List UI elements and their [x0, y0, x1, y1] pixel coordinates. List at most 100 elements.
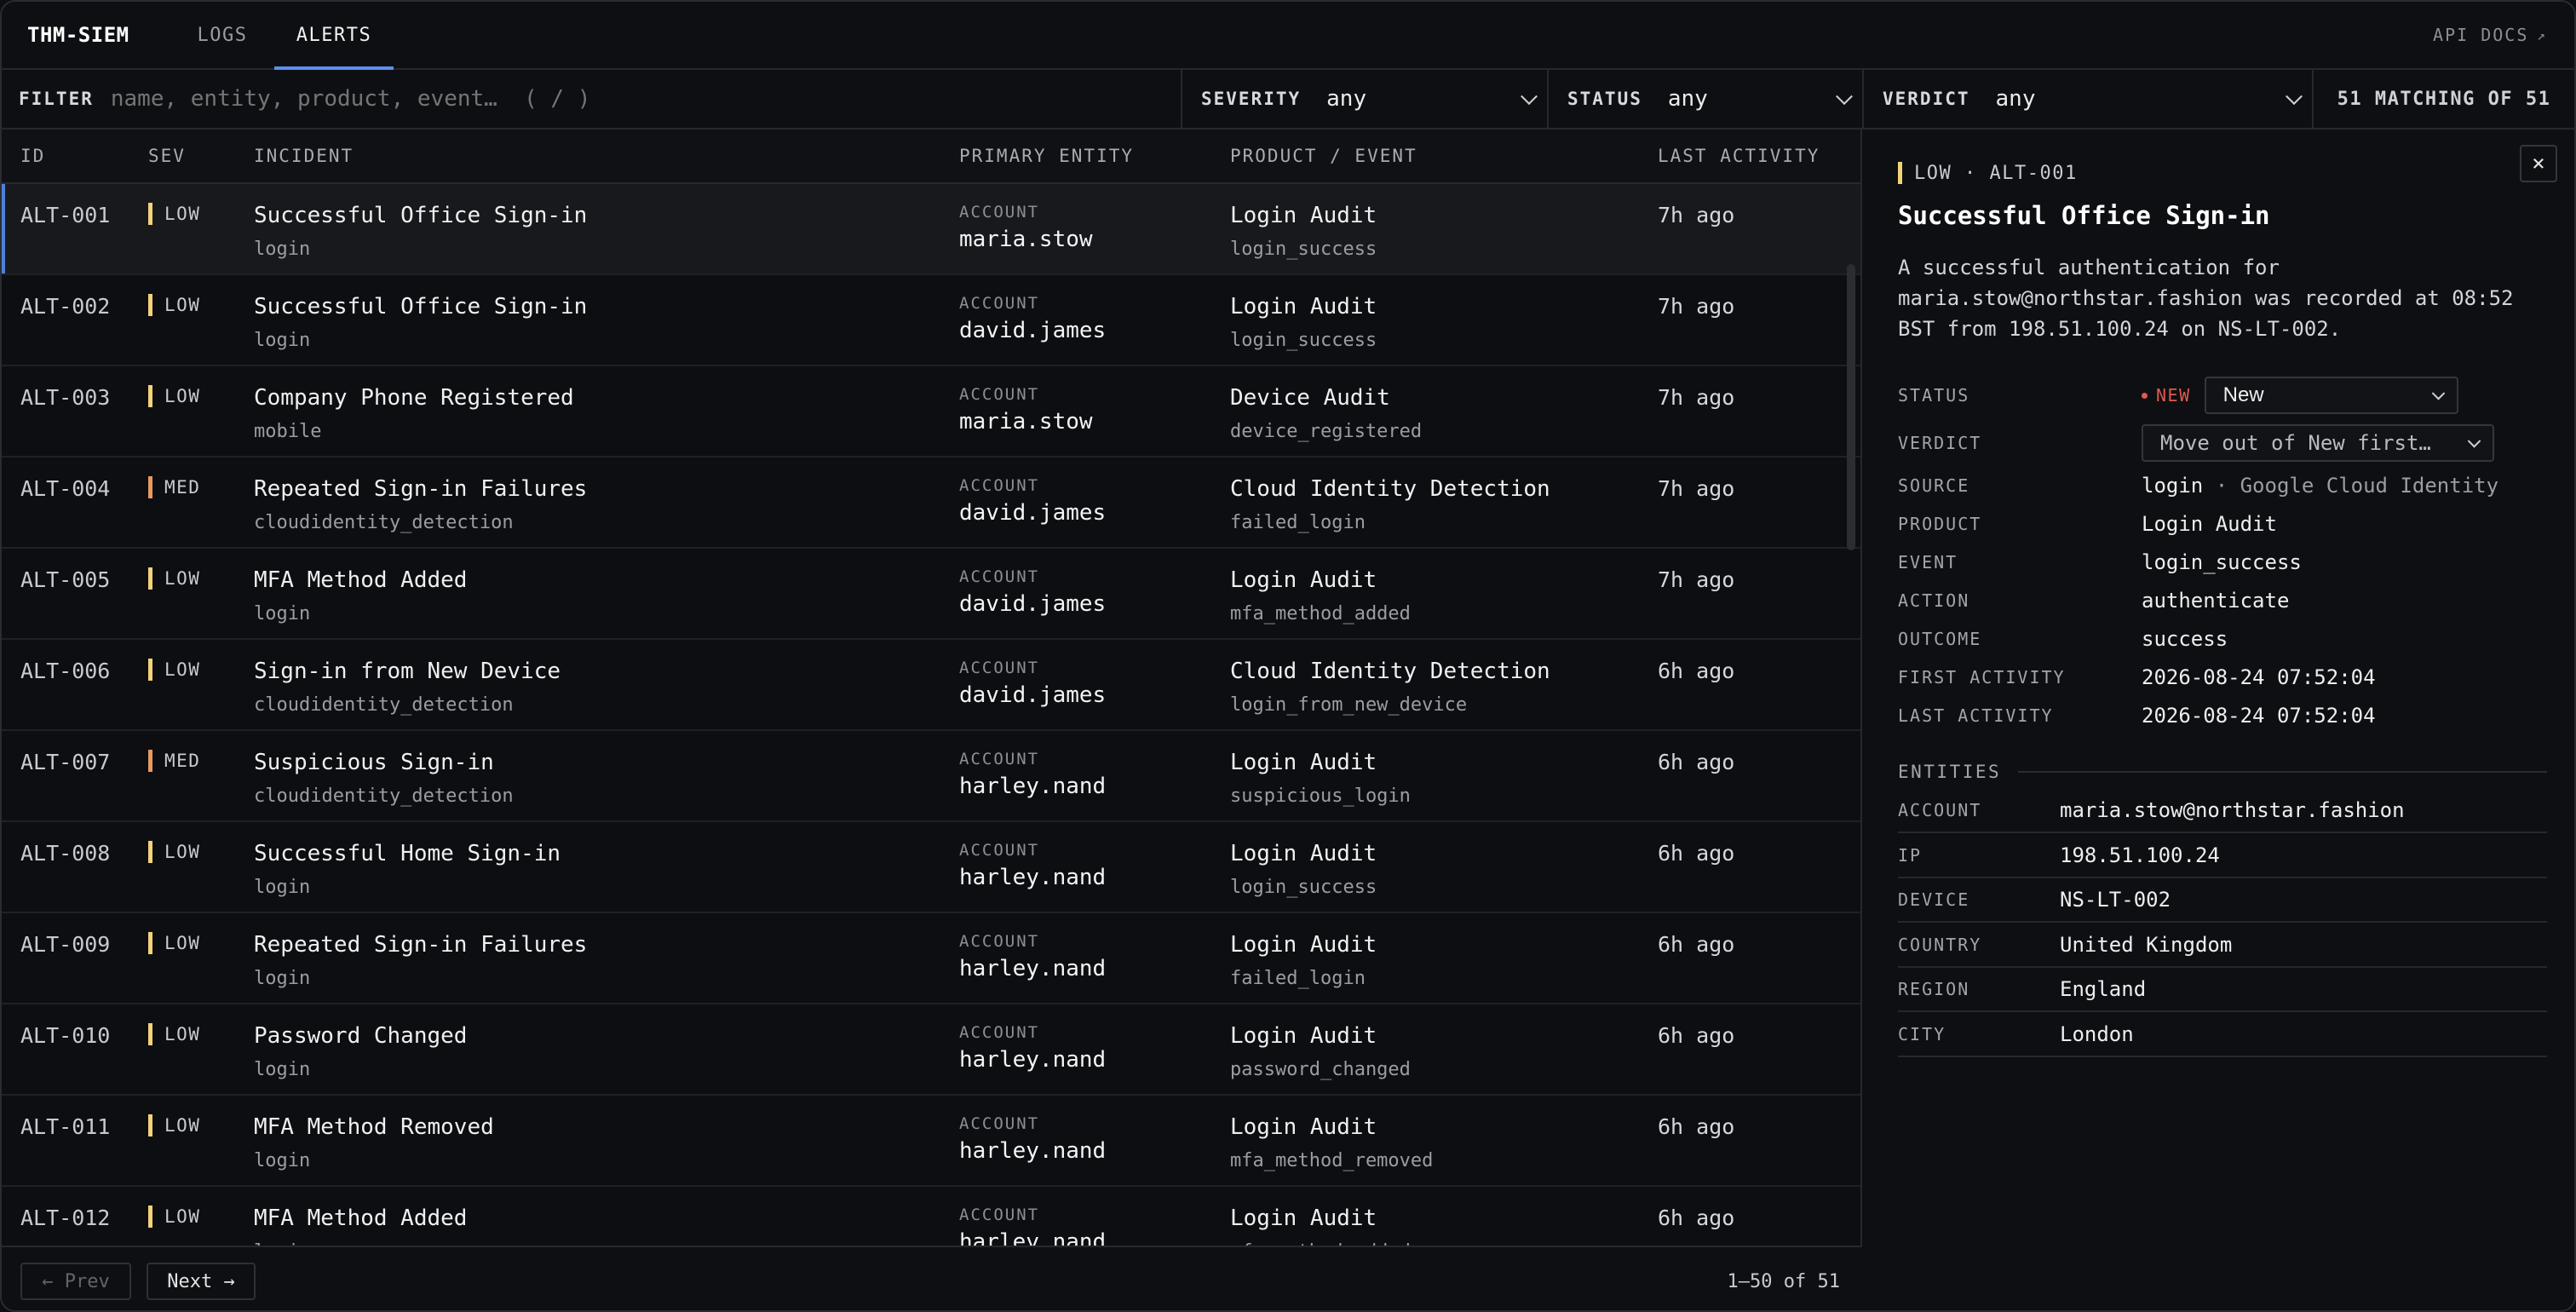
incident-cell: Repeated Sign-in Failures cloudidentity_d…	[254, 476, 587, 533]
entity-value[interactable]: England	[2060, 977, 2146, 1001]
header-id[interactable]: ID	[20, 146, 45, 166]
source-separator: ·	[2215, 474, 2228, 498]
incident-cell: MFA Method Addedlogin	[254, 1206, 467, 1246]
entity-value[interactable]: United Kingdom	[2060, 933, 2232, 957]
status-select[interactable]: STATUS any	[1549, 70, 1864, 128]
severity-indicator	[148, 203, 152, 225]
table-row[interactable]: ALT-012 LOW MFA Method Addedlogin ACCOUNT ha…	[2, 1187, 1860, 1246]
incident-cell: MFA Method Removed login	[254, 1114, 494, 1171]
event-name: suspicious_login	[1230, 785, 1411, 807]
entity-key: REGION	[1898, 979, 1970, 999]
source-provider: Google Cloud Identity	[2240, 474, 2499, 498]
incident-cell: Successful Home Sign-in login	[254, 841, 561, 898]
header-incident[interactable]: INCIDENT	[254, 146, 354, 166]
separator-dot: ·	[1952, 162, 1990, 184]
api-docs-label: API DOCS	[2433, 25, 2529, 45]
entity-name: maria.stow	[959, 409, 1093, 434]
close-button[interactable]: ×	[2520, 145, 2557, 182]
entity-type: ACCOUNT	[959, 567, 1040, 586]
product-name: Cloud Identity Detection	[1230, 476, 1550, 502]
incident-cell: MFA Method Addedlogin	[254, 567, 467, 624]
header-primary-entity[interactable]: PRIMARY ENTITY	[959, 146, 1134, 166]
table-row[interactable]: ALT-001 LOW Successful Office Sign-in login…	[2, 184, 1860, 275]
entity-value[interactable]: NS-LT-002	[2060, 888, 2171, 912]
entity-cell: ACCOUNT harley.nand	[959, 841, 1106, 890]
severity-indicator	[148, 932, 152, 954]
table-row[interactable]: ALT-005 LOW MFA Method Added login ACCOUNT da…	[2, 549, 1860, 640]
entity-value[interactable]: 198.51.100.24	[2060, 843, 2220, 867]
alert-detail-panel: × LOW · ALT-001 Successful Office Sign-i…	[1864, 129, 2574, 1310]
last-activity-value: 2026-08-24 07:52:04	[2142, 704, 2376, 728]
detail-severity-line: LOW · ALT-001	[1898, 162, 2078, 184]
severity-cell: LOW	[148, 1023, 200, 1045]
severity-label: MED	[164, 751, 201, 771]
tab-alerts[interactable]: ALERTS	[274, 2, 394, 70]
product-name: Cloud Identity Detection	[1230, 659, 1550, 684]
last-activity: 6h ago	[1658, 659, 1735, 683]
verdict-dropdown[interactable]: Move out of New first…	[2142, 424, 2494, 462]
prev-page-button[interactable]: ← Prev	[20, 1263, 131, 1300]
next-page-button[interactable]: Next →	[147, 1263, 256, 1300]
table-row[interactable]: ALT-003 LOW Company Phone Registered mobile…	[2, 366, 1860, 457]
entity-cell: ACCOUNT harley.nand	[959, 1023, 1106, 1073]
incident-source: login	[254, 239, 311, 260]
last-activity: 6h ago	[1658, 841, 1735, 866]
first-activity-key: FIRST ACTIVITY	[1898, 667, 2066, 688]
scrollbar-thumb[interactable]	[1847, 264, 1855, 550]
filter-input[interactable]	[110, 86, 1181, 112]
entity-row: COUNTRY United Kingdom	[1898, 924, 2547, 968]
verdict-select[interactable]: VERDICT any	[1864, 70, 2314, 128]
entity-name: david.james	[959, 318, 1107, 343]
detail-action-row: ACTION authenticate	[1898, 585, 2545, 616]
incident-source: login	[254, 1150, 311, 1171]
entity-row: DEVICE NS-LT-002	[1898, 878, 2547, 923]
table-row[interactable]: ALT-006 LOW Sign-in from New Device cloudid…	[2, 640, 1860, 731]
severity-label: SEVERITY	[1201, 89, 1302, 109]
incident-cell: Repeated Sign-in Failures login	[254, 932, 587, 989]
severity-select[interactable]: SEVERITY any	[1182, 70, 1549, 128]
severity-indicator	[148, 659, 152, 681]
product-name: Device Audit	[1230, 385, 1390, 411]
table-header: ID SEV INCIDENT PRIMARY ENTITY PRODUCT /…	[2, 129, 1860, 184]
severity-indicator	[148, 1023, 152, 1045]
table-row[interactable]: ALT-004 MED Repeated Sign-in Failures cloud…	[2, 457, 1860, 549]
status-dropdown[interactable]: New	[2204, 377, 2458, 414]
last-activity: 7h ago	[1658, 476, 1735, 501]
table-row[interactable]: ALT-011 LOW MFA Method Removed login ACCOUNT…	[2, 1096, 1860, 1187]
table-row[interactable]: ALT-009 LOW Repeated Sign-in Failures login…	[2, 913, 1860, 1004]
table-row[interactable]: ALT-010 LOW Password Changed login ACCOUNT ha…	[2, 1004, 1860, 1096]
product-key: PRODUCT	[1898, 514, 1982, 534]
product-cell: Login Auditmfa_method_added	[1230, 1206, 1411, 1246]
incident-title: Sign-in from New Device	[254, 659, 561, 684]
entity-name: harley.nand	[959, 956, 1107, 981]
table-row[interactable]: ALT-008 LOW Successful Home Sign-in login AC…	[2, 822, 1860, 913]
product-cell: Cloud Identity Detection failed_login	[1230, 476, 1550, 533]
alert-id: ALT-008	[20, 841, 111, 866]
header-sev[interactable]: SEV	[148, 146, 186, 166]
event-value: login_success	[2142, 550, 2302, 574]
event-name: login_success	[1230, 330, 1377, 351]
entity-name: harley.nand	[959, 1138, 1107, 1164]
api-docs-link[interactable]: API DOCS ↗	[2433, 2, 2574, 68]
entity-value[interactable]: London	[2060, 1022, 2134, 1046]
table-row[interactable]: ALT-002 LOW Successful Office Sign-in login…	[2, 275, 1860, 366]
entities-heading-label: ENTITIES	[1898, 762, 2002, 782]
table-row[interactable]: ALT-007 MED Suspicious Sign-in cloudidentit…	[2, 731, 1860, 822]
verdict-dropdown-value: Move out of New first…	[2160, 431, 2431, 455]
incident-title: Successful Home Sign-in	[254, 841, 561, 866]
table-body: ALT-001 LOW Successful Office Sign-in login…	[2, 184, 1860, 1246]
incident-cell: Company Phone Registered mobile	[254, 385, 574, 442]
tab-logs[interactable]: LOGS	[170, 2, 274, 68]
incident-cell: Successful Office Sign-in login	[254, 294, 587, 351]
outcome-key: OUTCOME	[1898, 629, 1982, 649]
entities-heading: ENTITIES	[1898, 762, 2547, 782]
entity-value[interactable]: maria.stow@northstar.fashion	[2060, 798, 2405, 822]
severity-indicator	[148, 1206, 152, 1228]
header-last-activity[interactable]: LAST ACTIVITY	[1658, 146, 1820, 166]
header-product-event[interactable]: PRODUCT / EVENT	[1230, 146, 1417, 166]
product-name: Login Audit	[1230, 1114, 1377, 1140]
product-cell: Login Auditmfa_method_added	[1230, 567, 1411, 624]
incident-title: Repeated Sign-in Failures	[254, 932, 588, 958]
entity-type: ACCOUNT	[959, 841, 1040, 860]
detail-title: Successful Office Sign-in	[1898, 201, 2270, 230]
